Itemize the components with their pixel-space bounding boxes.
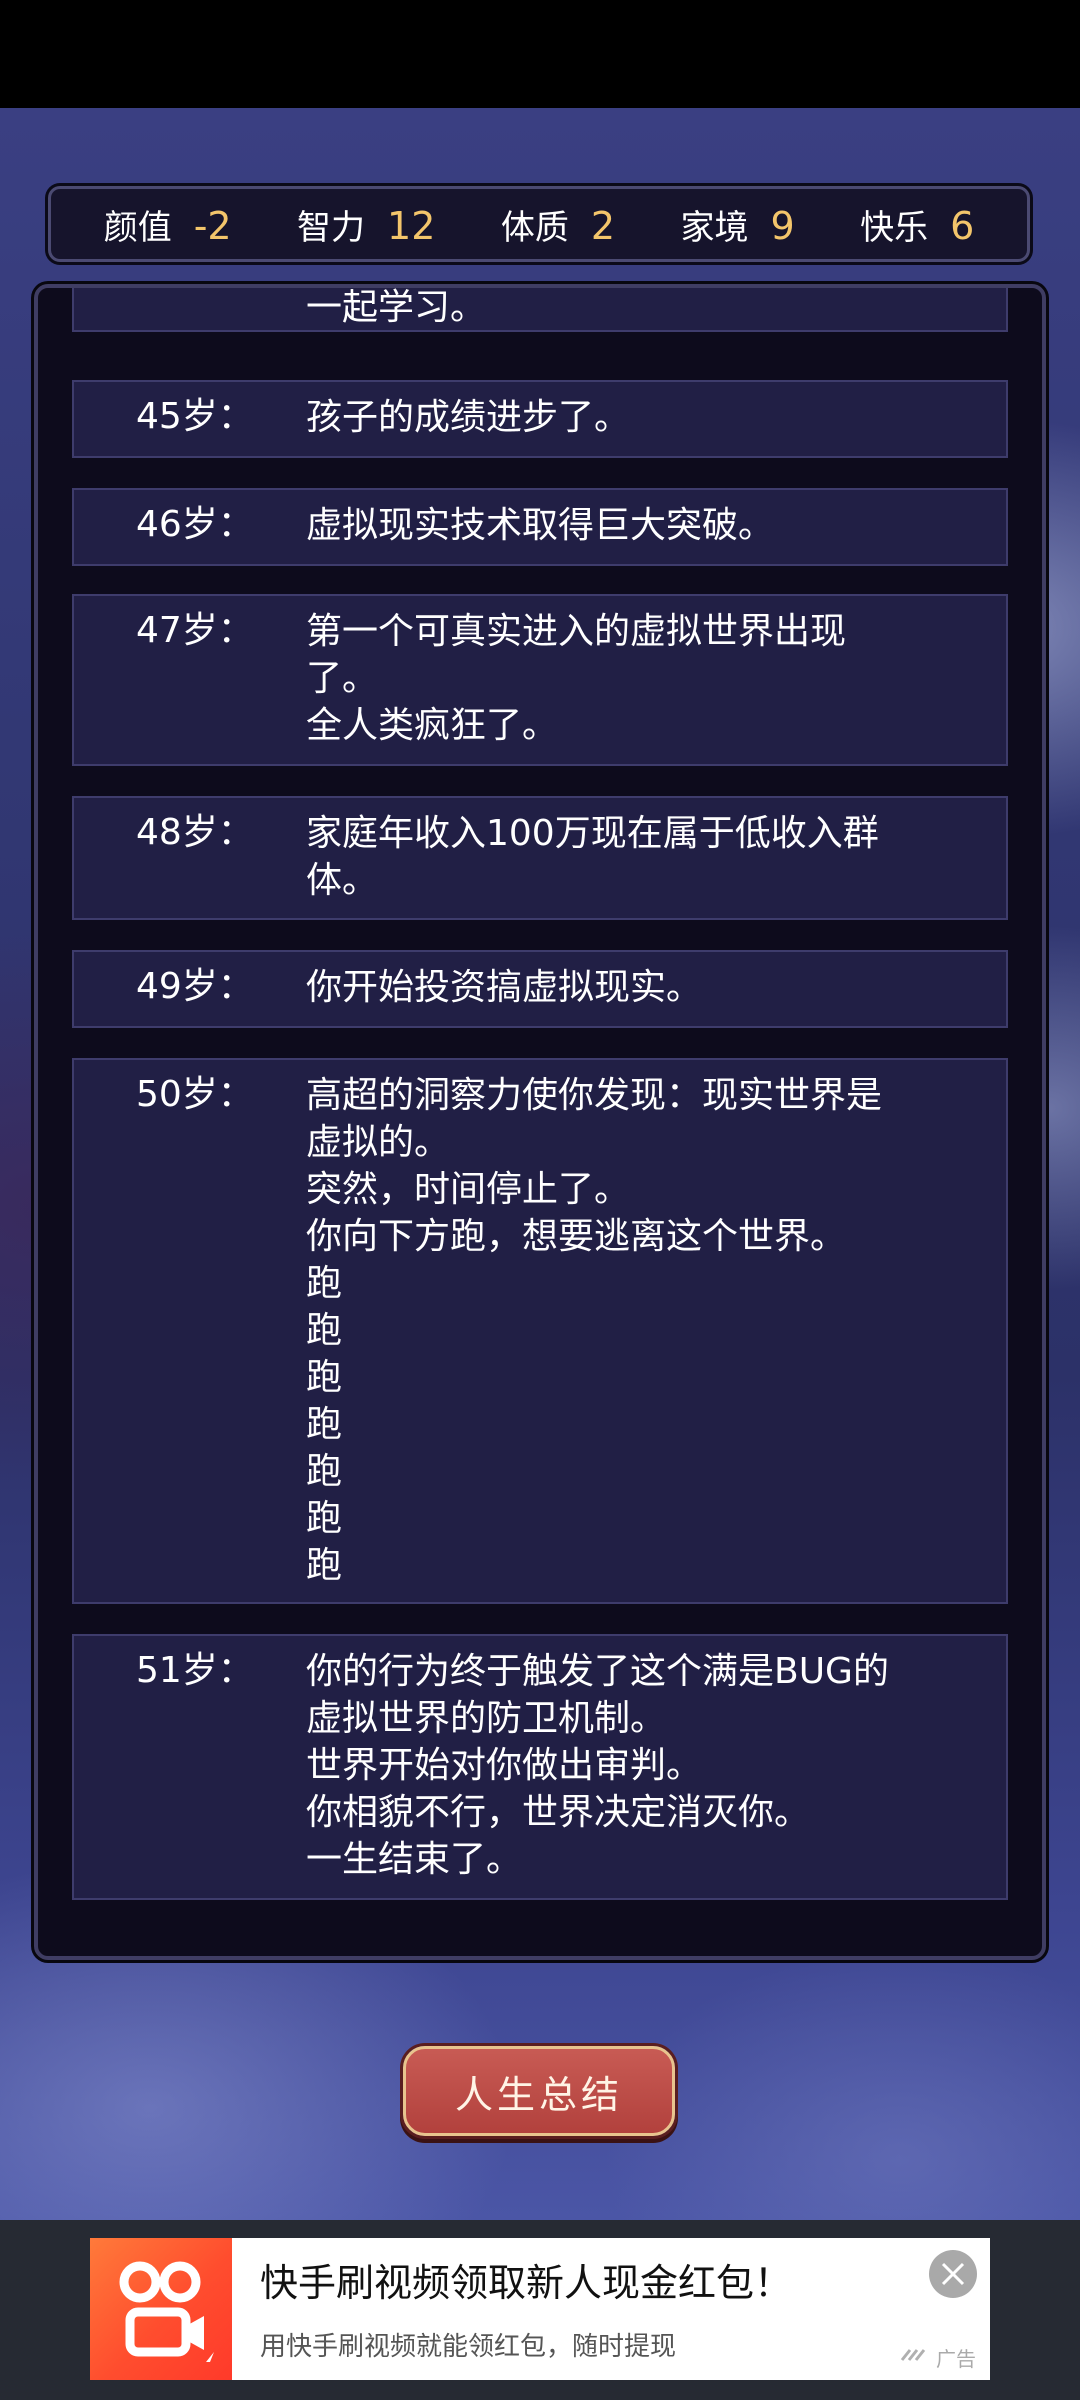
life-events-panel[interactable]: 一起学习。 45岁： 孩子的成绩进步了。 46岁： 虚拟现实技术取得巨大突破。 … [34,284,1046,1960]
stat-happiness: 快乐 6 [860,200,974,249]
event-line: 跑 [306,1451,343,1492]
event-text: 你开始投资搞虚拟现实。 [306,964,996,1011]
life-summary-button[interactable]: 人生总结 [403,2046,675,2136]
stat-value: -2 [193,203,232,248]
event-line: 跑 [306,1545,343,1586]
event-age: 47岁： [136,610,254,651]
event-line: 一生结束了。 [306,1839,523,1880]
event-line: 跑 [306,1310,343,1351]
event-line: 虚拟的。 [306,1122,451,1163]
event-row: 49岁： 你开始投资搞虚拟现实。 [72,950,1008,1028]
event-age: 49岁： [136,966,254,1007]
status-bar [0,0,1080,108]
event-row: 46岁： 虚拟现实技术取得巨大突破。 [72,488,1008,566]
event-line: 高超的洞察力使你发现：现实世界是 [306,1075,883,1116]
stat-label: 快乐 [860,207,929,248]
event-line: 虚拟现实技术取得巨大突破。 [306,505,775,546]
event-line: 你开始投资搞虚拟现实。 [306,967,703,1008]
stat-appearance: 颜值 -2 [104,200,232,249]
attribute-bar: 颜值 -2 智力 12 体质 2 家境 9 快乐 6 [48,186,1030,262]
event-row: 45岁： 孩子的成绩进步了。 [72,380,1008,458]
stat-value: 9 [770,203,795,248]
event-text: 高超的洞察力使你发现：现实世界是 虚拟的。 突然，时间停止了。 你向下方跑，想要… [306,1072,996,1589]
event-age: 45岁： [136,396,254,437]
ad-tag: 广告 [936,2347,976,2371]
event-row: 一起学习。 [72,287,1008,332]
event-line: 第一个可真实进入的虚拟世界出现 [306,611,847,652]
event-row: 48岁： 家庭年收入100万现在属于低收入群 体。 [72,796,1008,920]
stat-label: 家境 [680,207,749,248]
event-text: 家庭年收入100万现在属于低收入群 体。 [306,810,996,904]
event-line: 全人类疯狂了。 [306,705,559,746]
event-text: 你的行为终于触发了这个满是BUG的 虚拟世界的防卫机制。 世界开始对你做出审判。… [306,1648,996,1883]
event-line: 了。 [306,658,379,699]
ad-mark-icon [900,2344,932,2368]
event-line: 体。 [306,860,379,901]
event-line: 跑 [306,1498,343,1539]
ad-subtitle[interactable]: 用快手刷视频就能领红包，随时提现 [260,2326,676,2363]
kuaishou-logo-icon[interactable] [90,2238,232,2380]
life-summary-label: 人生总结 [454,2072,623,2117]
event-line: 跑 [306,1357,343,1398]
event-age: 51岁： [136,1650,254,1691]
event-age: 50岁： [136,1074,254,1115]
ad-title[interactable]: 快手刷视频领取新人现金红包！ [260,2252,792,2307]
event-row: 47岁： 第一个可真实进入的虚拟世界出现 了。 全人类疯狂了。 [72,594,1008,766]
event-line: 你的行为终于触发了这个满是BUG的 [306,1651,889,1692]
event-age: 46岁： [136,504,254,545]
event-line: 你向下方跑，想要逃离这个世界。 [306,1216,847,1257]
event-row: 51岁： 你的行为终于触发了这个满是BUG的 虚拟世界的防卫机制。 世界开始对你… [72,1634,1008,1900]
event-text: 一起学习。 [306,287,996,331]
event-age: 48岁： [136,812,254,853]
stat-value: 12 [387,203,436,248]
event-text: 第一个可真实进入的虚拟世界出现 了。 全人类疯狂了。 [306,608,996,749]
stat-value: 2 [590,203,616,248]
event-line: 跑 [306,1404,343,1445]
stat-intelligence: 智力 12 [297,200,435,249]
event-line: 世界开始对你做出审判。 [306,1745,703,1786]
stat-label: 体质 [500,207,569,248]
event-line: 突然，时间停止了。 [306,1169,631,1210]
stat-label: 颜值 [103,207,172,248]
event-line: 虚拟世界的防卫机制。 [306,1698,667,1739]
event-row: 50岁： 高超的洞察力使你发现：现实世界是 虚拟的。 突然，时间停止了。 你向下… [72,1058,1008,1604]
stat-family-wealth: 家境 9 [680,200,794,249]
event-line: 你相貌不行，世界决定消灭你。 [306,1792,811,1833]
close-icon[interactable] [929,2250,977,2298]
event-line: 跑 [306,1263,343,1304]
event-line: 一起学习。 [306,287,487,328]
stat-label: 智力 [297,207,366,248]
event-text: 孩子的成绩进步了。 [306,394,996,441]
stat-value: 6 [950,203,975,248]
event-text: 虚拟现实技术取得巨大突破。 [306,502,996,549]
event-line: 家庭年收入100万现在属于低收入群 [306,813,879,854]
event-line: 孩子的成绩进步了。 [306,397,631,438]
stat-constitution: 体质 2 [501,200,615,249]
